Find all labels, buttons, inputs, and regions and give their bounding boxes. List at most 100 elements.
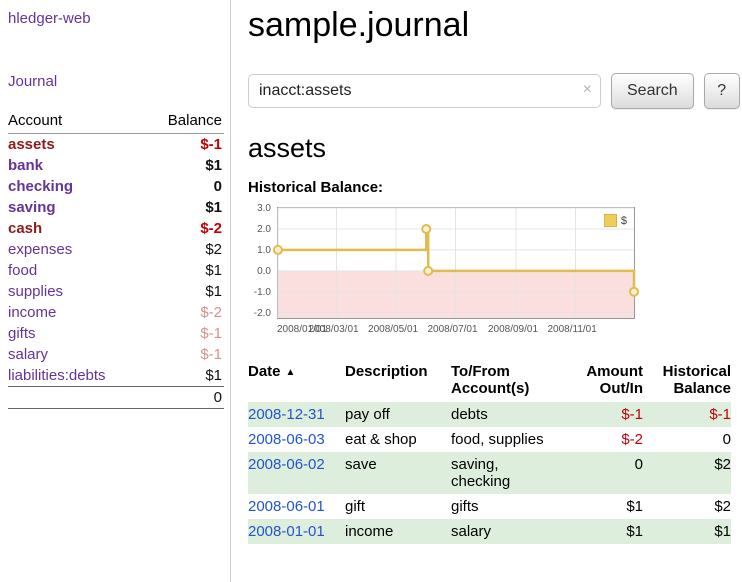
- chart-y-tick-label: 2.0: [257, 224, 271, 235]
- account-link[interactable]: food: [8, 262, 37, 279]
- accounts-total-row: 0: [8, 387, 224, 409]
- legend-swatch-icon: [604, 214, 617, 227]
- account-row: checking 0: [8, 176, 224, 197]
- chart-x-tick-label: 2008/07/01: [428, 324, 478, 335]
- search-row: × Search ?: [248, 73, 742, 109]
- account-balance: 0: [214, 178, 222, 195]
- account-link[interactable]: supplies: [8, 283, 63, 300]
- chart-y-tick-label: 0.0: [257, 266, 271, 277]
- sort-ascending-icon: ▲: [286, 367, 296, 378]
- register-row: 2008-12-31 pay off debts $-1 $-1: [248, 402, 731, 427]
- transaction-accounts: gifts: [451, 494, 571, 519]
- account-balance: $1: [205, 262, 222, 279]
- app-title-link[interactable]: hledger-web: [8, 10, 224, 27]
- account-link[interactable]: expenses: [8, 241, 72, 258]
- register-header-description: Description: [345, 363, 451, 402]
- chart-x-tick-label: 2008/05/01: [368, 324, 418, 335]
- account-row: salary $-1: [8, 344, 224, 365]
- nav-journal-link[interactable]: Journal: [8, 73, 224, 90]
- transaction-description: save: [345, 452, 451, 494]
- accounts-header-balance: Balance: [145, 110, 224, 134]
- sidebar: hledger-web Journal Account Balance asse…: [0, 0, 231, 582]
- clear-search-icon[interactable]: ×: [583, 81, 592, 99]
- account-link[interactable]: income: [8, 304, 56, 321]
- transaction-amount: $-2: [571, 427, 643, 452]
- register-header-date-label: Date: [248, 363, 281, 380]
- legend-label: $: [621, 215, 627, 227]
- account-row: income $-2: [8, 302, 224, 323]
- transaction-balance: $-1: [643, 402, 731, 427]
- transaction-accounts: saving, checking: [451, 452, 571, 494]
- register-header-row: Date ▲ Description To/From Account(s) Amo…: [248, 363, 731, 402]
- transaction-accounts: debts: [451, 402, 571, 427]
- register-row: 2008-06-02 save saving, checking 0 $2: [248, 452, 731, 494]
- account-link[interactable]: cash: [8, 220, 42, 237]
- account-row: gifts $-1: [8, 323, 224, 344]
- account-link[interactable]: salary: [8, 346, 48, 363]
- transaction-description: eat & shop: [345, 427, 451, 452]
- chart-canvas: [278, 208, 634, 318]
- transaction-date-link[interactable]: 2008-12-31: [248, 406, 325, 423]
- account-link[interactable]: saving: [8, 199, 56, 216]
- accounts-total-balance: 0: [145, 387, 224, 409]
- search-button[interactable]: Search: [611, 73, 694, 109]
- search-help-button[interactable]: ?: [704, 73, 740, 109]
- account-link[interactable]: assets: [8, 136, 55, 153]
- transaction-amount: 0: [571, 452, 643, 494]
- chart-title: Historical Balance:: [248, 179, 742, 196]
- chart-x-axis: 2008/01/012008/03/012008/05/012008/07/01…: [277, 324, 635, 337]
- account-link[interactable]: bank: [8, 157, 43, 174]
- transaction-amount: $-1: [571, 402, 643, 427]
- chart-x-tick-label: 2008/11/01: [547, 324, 596, 335]
- transaction-amount: $1: [571, 519, 643, 544]
- account-balance: $1: [205, 283, 222, 300]
- accounts-list: assets $-1 bank $1 checking 0 saving $1 …: [8, 134, 224, 387]
- chart-y-tick-label: -2.0: [254, 308, 271, 319]
- transaction-date-link[interactable]: 2008-06-02: [248, 456, 325, 473]
- chart-y-tick-label: 1.0: [257, 245, 271, 256]
- transaction-balance: $2: [643, 494, 731, 519]
- transaction-date-link[interactable]: 2008-06-01: [248, 498, 325, 515]
- account-row: food $1: [8, 260, 224, 281]
- register-row: 2008-06-01 gift gifts $1 $2: [248, 494, 731, 519]
- transaction-description: gift: [345, 494, 451, 519]
- accounts-header-row: Account Balance: [8, 110, 224, 134]
- transaction-date-link[interactable]: 2008-06-03: [248, 431, 325, 448]
- register-rows: 2008-12-31 pay off debts $-1 $-1 2008-06…: [248, 402, 731, 544]
- account-link[interactable]: gifts: [8, 325, 36, 342]
- transaction-balance: $2: [643, 452, 731, 494]
- account-link[interactable]: checking: [8, 178, 73, 195]
- chart-x-tick-label: 2008/09/01: [488, 324, 538, 335]
- account-balance: $2: [205, 241, 222, 258]
- account-link[interactable]: liabilities:debts: [8, 367, 106, 384]
- account-balance: $1: [205, 199, 222, 216]
- transaction-balance: 0: [643, 427, 731, 452]
- register-row: 2008-01-01 income salary $1 $1: [248, 519, 731, 544]
- account-heading: assets: [248, 133, 742, 164]
- transaction-accounts: food, supplies: [451, 427, 571, 452]
- accounts-header-account: Account: [8, 110, 145, 134]
- register-header-amount: Amount Out/In: [571, 363, 643, 402]
- account-row: assets $-1: [8, 134, 224, 156]
- account-balance: $-1: [200, 136, 222, 153]
- chart-x-tick-label: 2008/03/01: [309, 324, 359, 335]
- transaction-accounts: salary: [451, 519, 571, 544]
- account-row: expenses $2: [8, 239, 224, 260]
- account-row: supplies $1: [8, 281, 224, 302]
- search-box: ×: [248, 74, 601, 108]
- main-content: sample.journal × Search ? assets Histori…: [231, 0, 742, 544]
- account-balance: $-2: [200, 304, 222, 321]
- chart-y-tick-label: -1.0: [254, 287, 271, 298]
- register-header-date[interactable]: Date ▲: [248, 363, 345, 402]
- transaction-description: income: [345, 519, 451, 544]
- register-header-balance: Historical Balance: [643, 363, 731, 402]
- search-input[interactable]: [248, 74, 601, 108]
- transaction-date-link[interactable]: 2008-01-01: [248, 523, 325, 540]
- page-title: sample.journal: [248, 6, 742, 45]
- account-balance: $-2: [200, 220, 222, 237]
- account-row: liabilities:debts $1: [8, 365, 224, 387]
- account-balance: $1: [205, 157, 222, 174]
- account-row: cash $-2: [8, 218, 224, 239]
- accounts-table: Account Balance assets $-1 bank $1 check…: [8, 110, 224, 409]
- register-header-accounts: To/From Account(s): [451, 363, 571, 402]
